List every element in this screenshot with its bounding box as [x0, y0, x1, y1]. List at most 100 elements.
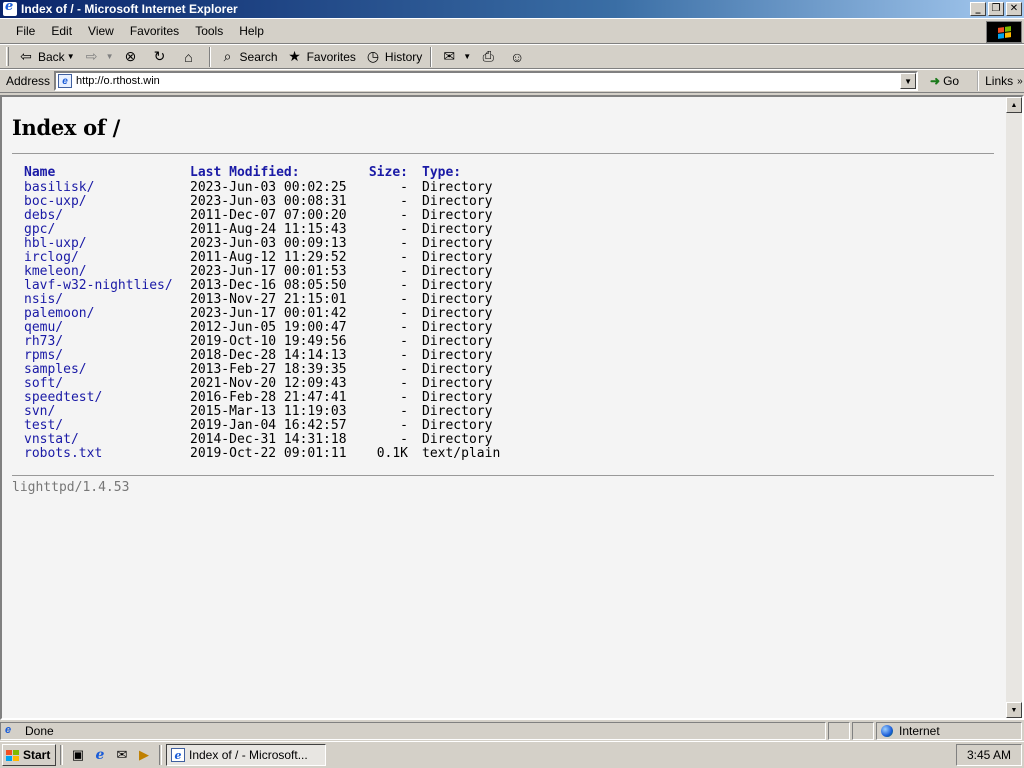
column-header-size[interactable]: Size: [364, 164, 422, 181]
menu-tools[interactable]: Tools [187, 24, 231, 38]
messenger-person-icon: ☺ [510, 48, 525, 65]
mail-button[interactable]: ✉ ▼ [436, 46, 475, 68]
entry-link[interactable]: palemoon/ [24, 306, 94, 321]
standard-toolbar: ⇦ Back ▼ ⇨ ▼ ⊗ ↻ ⌂ ⌕ Search ★ Favorites … [0, 44, 1024, 69]
table-row: soft/2021-Nov-20 12:09:43 - Directory [24, 377, 532, 391]
taskbar-separator [60, 745, 63, 765]
taskbar-button-ie-window[interactable]: e Index of / - Microsoft... [166, 744, 326, 766]
address-field[interactable]: e ▼ [54, 71, 919, 91]
entry-link[interactable]: soft/ [24, 376, 63, 391]
mail-dropdown-icon[interactable]: ▼ [463, 52, 471, 61]
column-header-type[interactable]: Type: [422, 164, 532, 181]
cell-type: Directory [422, 194, 493, 209]
cell-size: - [400, 180, 408, 195]
address-dropdown-icon[interactable]: ▼ [900, 73, 917, 89]
stop-button[interactable]: ⊗ [118, 46, 147, 68]
column-header-name[interactable]: Name [24, 164, 190, 181]
refresh-button[interactable]: ↻ [147, 46, 176, 68]
go-button[interactable]: ➜ Go [926, 74, 963, 88]
column-header-modified[interactable]: Last Modified: [190, 164, 364, 181]
scroll-up-button[interactable]: ▲ [1006, 97, 1022, 113]
cell-type: Directory [422, 180, 493, 195]
address-bar: Address e ▼ ➜ Go Links » [0, 69, 1024, 93]
entry-link[interactable]: vnstat/ [24, 432, 79, 447]
cell-size: - [400, 320, 408, 335]
home-button[interactable]: ⌂ [176, 46, 205, 68]
favorites-icon: ★ [288, 48, 301, 64]
table-row: rh73/2019-Oct-10 19:49:56 - Directory [24, 335, 532, 349]
cell-size: - [400, 278, 408, 293]
history-icon: ◷ [366, 48, 380, 64]
back-dropdown-icon[interactable]: ▼ [67, 52, 75, 61]
security-zone-pane[interactable]: Internet [876, 722, 1022, 740]
cell-size: - [400, 208, 408, 223]
go-arrow-icon: ➜ [930, 74, 941, 88]
entry-link[interactable]: rh73/ [24, 334, 63, 349]
media-player-icon[interactable]: ▶ [135, 746, 153, 764]
clock[interactable]: 3:45 AM [967, 748, 1011, 762]
vertical-scrollbar[interactable]: ▲ ▼ [1006, 97, 1022, 718]
toolbar-separator [430, 46, 433, 67]
window-title-bar[interactable]: Index of / - Microsoft Internet Explorer… [0, 0, 1024, 18]
status-bar: e Done Internet [0, 721, 1024, 741]
content-frame: Index of / Name Last Modified: Size: Typ… [0, 95, 1024, 720]
history-button[interactable]: ◷ History [360, 46, 426, 68]
entry-link[interactable]: gpc/ [24, 222, 55, 237]
cell-name: nsis/ [24, 293, 190, 307]
restore-button[interactable]: ❐ [988, 2, 1004, 16]
back-button[interactable]: ⇦ Back ▼ [13, 46, 79, 68]
column-header-name-label: Name [24, 165, 56, 180]
toolbar-grip[interactable] [6, 47, 9, 66]
start-button-label: Start [23, 748, 51, 762]
address-input[interactable] [76, 75, 901, 87]
entry-link[interactable]: debs/ [24, 208, 63, 223]
entry-link[interactable]: hbl-uxp/ [24, 236, 87, 251]
entry-link[interactable]: rpms/ [24, 348, 63, 363]
scroll-down-button[interactable]: ▼ [1006, 702, 1022, 718]
entry-link[interactable]: qemu/ [24, 320, 63, 335]
entry-link[interactable]: svn/ [24, 404, 55, 419]
table-row: test/2019-Jan-04 16:42:57 - Directory [24, 419, 532, 433]
print-button[interactable]: ⎙ [475, 46, 504, 68]
cell-name: kmeleon/ [24, 265, 190, 279]
search-button[interactable]: ⌕ Search [215, 46, 282, 68]
forward-dropdown-icon[interactable]: ▼ [106, 52, 114, 61]
entry-link[interactable]: kmeleon/ [24, 264, 87, 279]
internet-explorer-quicklaunch-icon[interactable]: e [91, 746, 109, 764]
show-desktop-icon[interactable]: ▣ [69, 746, 87, 764]
cell-name: rpms/ [24, 349, 190, 363]
cell-type: Directory [422, 250, 493, 265]
minimize-button[interactable]: _ [970, 2, 986, 16]
entry-link[interactable]: basilisk/ [24, 180, 94, 195]
history-button-label: History [384, 49, 423, 64]
favorites-button[interactable]: ★ Favorites [282, 46, 360, 68]
menu-file[interactable]: File [8, 24, 43, 38]
entry-link[interactable]: speedtest/ [24, 390, 102, 405]
links-button[interactable]: Links » [977, 71, 1023, 91]
close-button[interactable]: ✕ [1006, 2, 1022, 16]
status-text: Done [25, 724, 54, 738]
menu-view[interactable]: View [80, 24, 122, 38]
entry-link[interactable]: test/ [24, 418, 63, 433]
messenger-button[interactable]: ☺ [504, 46, 533, 68]
cell-modified: 2011-Aug-12 11:29:52 [190, 250, 347, 265]
cell-modified: 2015-Mar-13 11:19:03 [190, 404, 347, 419]
menu-edit[interactable]: Edit [43, 24, 80, 38]
entry-link[interactable]: irclog/ [24, 250, 79, 265]
cell-type: Directory [422, 264, 493, 279]
forward-button[interactable]: ⇨ ▼ [79, 46, 118, 68]
entry-link[interactable]: boc-uxp/ [24, 194, 87, 209]
menu-favorites[interactable]: Favorites [122, 24, 187, 38]
cell-size: - [400, 390, 408, 405]
entry-link[interactable]: nsis/ [24, 292, 63, 307]
entry-link[interactable]: lavf-w32-nightlies/ [24, 278, 173, 293]
cell-size: - [400, 348, 408, 363]
entry-link[interactable]: samples/ [24, 362, 87, 377]
menu-help[interactable]: Help [231, 24, 272, 38]
outlook-express-icon[interactable]: ✉ [113, 746, 131, 764]
start-button[interactable]: Start [2, 744, 56, 766]
search-button-label: Search [239, 49, 278, 64]
entry-link[interactable]: robots.txt [24, 446, 102, 461]
cell-size: - [400, 292, 408, 307]
links-button-label: Links [985, 74, 1014, 88]
